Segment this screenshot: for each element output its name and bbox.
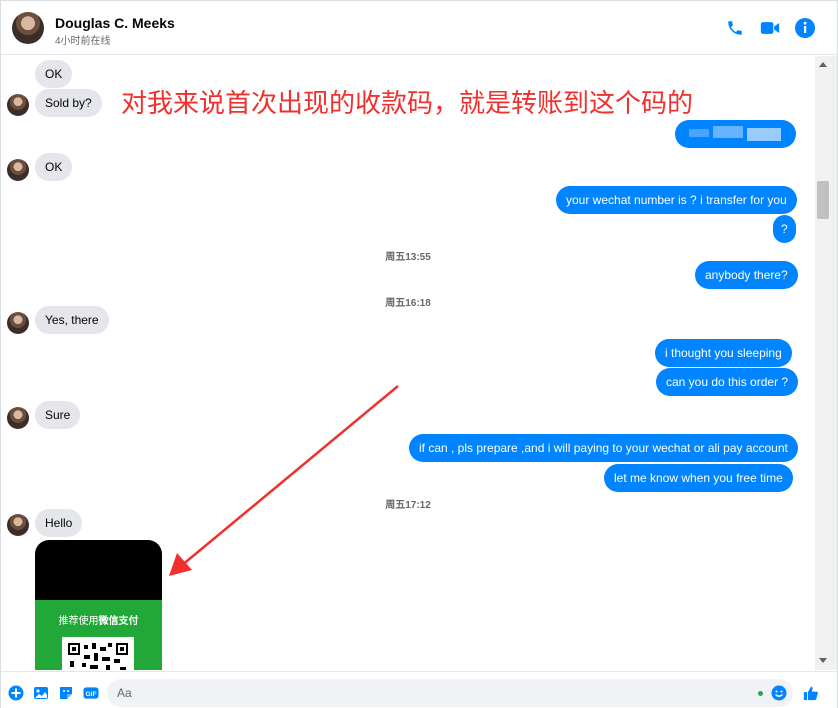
chat-scrollbar[interactable] — [815, 56, 837, 670]
contact-name[interactable]: Douglas C. Meeks — [55, 15, 175, 31]
incoming-message[interactable]: OK — [35, 60, 73, 88]
sender-avatar[interactable] — [7, 312, 29, 334]
qr-code — [62, 637, 134, 670]
outgoing-message[interactable]: let me know when you free time — [604, 464, 793, 492]
outgoing-message[interactable]: i thought you sleeping — [655, 339, 792, 367]
sender-avatar[interactable] — [7, 159, 29, 181]
typing-indicator-dot — [758, 691, 763, 696]
outgoing-message[interactable]: anybody there? — [695, 261, 798, 289]
incoming-message[interactable]: Yes, there — [35, 306, 109, 334]
incoming-message[interactable]: Sure — [35, 401, 81, 429]
message-thread[interactable]: OK Sold by? 对我来说首次出现的收款码，就是转账到这个码的 OK yo… — [1, 56, 815, 670]
wechat-pay-label-prefix: 推荐使用 — [58, 616, 99, 627]
outgoing-message[interactable]: ? — [773, 215, 796, 243]
contact-status: 4小时前在线 — [55, 36, 111, 47]
photo-icon[interactable] — [33, 685, 49, 701]
conversation-header: Douglas C. Meeks 4小时前在线 — [1, 1, 837, 55]
sender-avatar[interactable] — [7, 407, 29, 429]
wechat-pay-label-bold: 微信支付 — [98, 616, 139, 627]
scrollbar-thumb[interactable] — [817, 181, 829, 219]
wechat-pay-panel: 推荐使用微信支付 — [35, 600, 162, 670]
message-composer: GIF — [1, 671, 837, 708]
timestamp: 周五17:12 — [385, 500, 431, 511]
outgoing-message[interactable]: can you do this order ? — [656, 368, 799, 396]
incoming-message[interactable]: Sold by? — [35, 89, 102, 117]
thumbs-up-icon[interactable] — [803, 685, 819, 701]
timestamp: 周五16:18 — [385, 298, 431, 309]
add-icon[interactable] — [8, 685, 24, 701]
messenger-window: Douglas C. Meeks 4小时前在线 OK Sold by? 对我来说… — [0, 0, 838, 708]
scroll-up-arrow[interactable] — [819, 62, 827, 67]
payment-qr-image[interactable]: 推荐使用微信支付 — [35, 540, 162, 670]
contact-avatar[interactable] — [12, 12, 44, 44]
scroll-down-arrow[interactable] — [819, 658, 827, 663]
red-annotation-text: 对我来说首次出现的收款码，就是转账到这个码的 — [121, 89, 694, 119]
incoming-message[interactable]: OK — [35, 153, 73, 181]
sender-avatar[interactable] — [7, 94, 29, 116]
info-icon[interactable] — [794, 17, 816, 39]
message-input[interactable] — [107, 679, 793, 707]
video-call-icon[interactable] — [759, 17, 781, 39]
phone-icon[interactable] — [724, 17, 746, 39]
sticker-icon[interactable] — [58, 685, 74, 701]
svg-text:GIF: GIF — [86, 691, 97, 698]
incoming-message[interactable]: Hello — [35, 509, 83, 537]
wechat-pay-label: 推荐使用微信支付 — [35, 612, 162, 627]
outgoing-message[interactable]: if can , pls prepare ,and i will paying … — [409, 434, 798, 462]
timestamp: 周五13:55 — [385, 252, 431, 263]
outgoing-message[interactable]: your wechat number is ? i transfer for y… — [556, 186, 797, 214]
gif-icon[interactable]: GIF — [83, 685, 99, 701]
outgoing-message-redacted[interactable] — [675, 120, 796, 148]
emoji-icon[interactable] — [771, 685, 787, 701]
sender-avatar[interactable] — [7, 514, 29, 536]
